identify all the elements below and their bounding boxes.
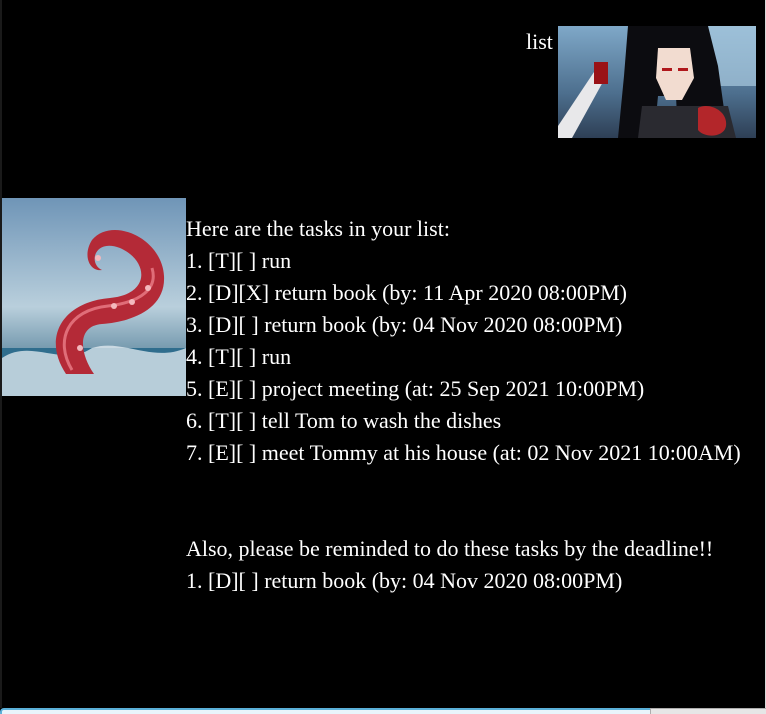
- task-item: 5. [E][ ] project meeting (at: 25 Sep 20…: [186, 376, 645, 401]
- task-item: 1. [T][ ] run: [186, 248, 292, 273]
- anime-girl-avatar-icon: [558, 26, 756, 138]
- task-item: 3. [D][ ] return book (by: 04 Nov 2020 0…: [186, 312, 623, 337]
- tentacle-avatar-icon: [2, 198, 186, 396]
- reminder-header: Also, please be reminded to do these tas…: [186, 536, 714, 561]
- bot-message-text: Here are the tasks in your list: 1. [T][…: [186, 213, 746, 597]
- task-item: 6. [T][ ] tell Tom to wash the dishes: [186, 408, 502, 433]
- user-input-field[interactable]: [0, 708, 650, 714]
- task-item: 4. [T][ ] run: [186, 344, 292, 369]
- user-message-text: list: [526, 29, 553, 54]
- chat-window: list Here are the tasks in your list: 1.…: [0, 0, 766, 714]
- send-button[interactable]: [650, 708, 766, 714]
- list-header: Here are the tasks in your list:: [186, 216, 450, 241]
- reminder-item: 1. [D][ ] return book (by: 04 Nov 2020 0…: [186, 568, 623, 593]
- task-item: 7. [E][ ] meet Tommy at his house (at: 0…: [186, 440, 741, 465]
- task-item: 2. [D][X] return book (by: 11 Apr 2020 0…: [186, 280, 627, 305]
- user-dialog-box: list: [0, 26, 766, 138]
